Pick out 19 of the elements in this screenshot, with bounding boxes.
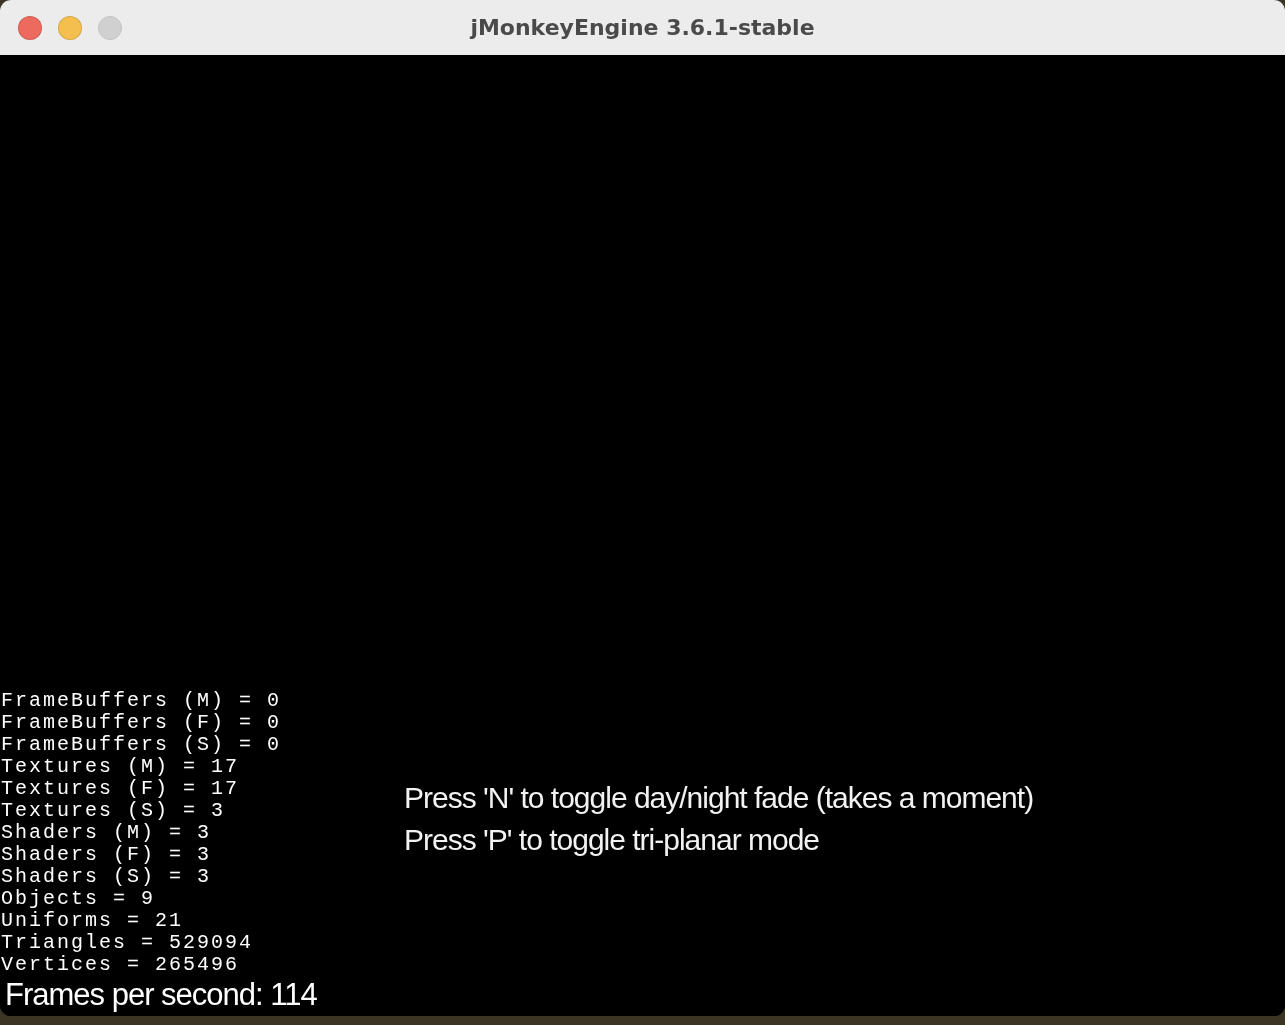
hint-text: Press 'P' to toggle tri-planar mode: [404, 822, 820, 858]
stat-line: FrameBuffers (S) = 0: [1, 734, 282, 756]
minimize-button[interactable]: [58, 16, 82, 40]
stat-line: Textures (F) = 17: [1, 778, 240, 800]
stat-line: Shaders (M) = 3: [1, 822, 212, 844]
stat-line: Triangles = 529094: [1, 932, 254, 954]
stat-line: Vertices = 265496: [1, 954, 240, 976]
close-button[interactable]: [18, 16, 42, 40]
stat-line: Uniforms = 21: [1, 910, 184, 932]
fps-counter: Frames per second: 114: [4, 976, 318, 1014]
stat-line: Objects = 9: [1, 888, 156, 910]
window-title: jMonkeyEngine 3.6.1-stable: [470, 15, 815, 40]
stat-line: FrameBuffers (F) = 0: [1, 712, 282, 734]
hint-text: Press 'N' to toggle day/night fade (takes a moment): [404, 780, 1034, 816]
stat-line: FrameBuffers (M) = 0: [1, 690, 282, 712]
stat-line: Textures (M) = 17: [1, 756, 240, 778]
stat-line: Textures (S) = 3: [1, 800, 226, 822]
stat-line: Shaders (S) = 3: [1, 866, 212, 888]
stat-line: Shaders (F) = 3: [1, 844, 212, 866]
